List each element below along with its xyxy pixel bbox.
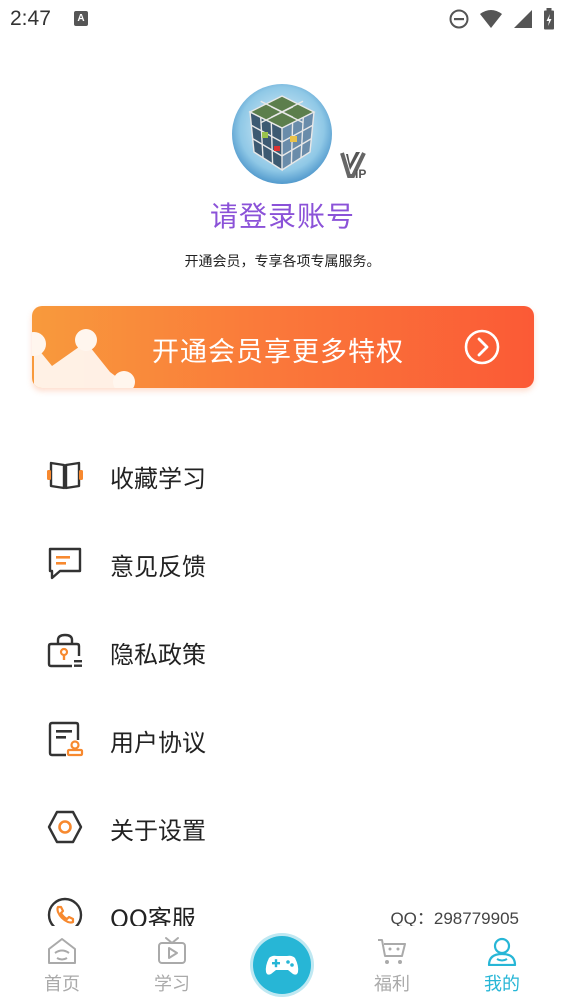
profile-subtitle: 开通会员，专享各项专属服务。 (184, 254, 381, 270)
vip-upgrade-banner[interactable]: 开通会员享更多特权 (32, 306, 534, 388)
nav-mine[interactable]: 我的 (462, 926, 542, 1004)
settings-hexagon-icon (47, 810, 83, 844)
status-bar: 2:47 A (0, 0, 565, 38)
status-icons (449, 8, 555, 30)
nav-label: 我的 (484, 974, 520, 995)
menu-label: 意见反馈 (110, 553, 206, 581)
vip-banner-label: 开通会员享更多特权 (152, 337, 404, 368)
battery-icon (544, 8, 554, 30)
nav-study[interactable]: 学习 (132, 926, 212, 1004)
menu-label: 收藏学习 (110, 465, 206, 493)
book-icon (47, 461, 83, 490)
nav-label: 首页 (44, 974, 80, 995)
nav-label: 福利 (374, 974, 410, 995)
tv-icon (158, 937, 186, 964)
menu-item-feedback[interactable]: 意见反馈 (0, 532, 565, 592)
avatar[interactable] (232, 84, 332, 184)
chevron-right-circle-icon (464, 329, 500, 365)
game-center-button[interactable] (253, 936, 311, 994)
home-icon (48, 938, 76, 964)
feedback-icon (48, 547, 82, 580)
nav-welfare[interactable]: 福利 (352, 926, 432, 1004)
menu-label: 关于设置 (110, 817, 206, 845)
signal-icon (514, 10, 532, 28)
notification-icon: A (74, 11, 88, 26)
agreement-icon (48, 721, 84, 757)
wifi-icon (480, 10, 502, 28)
nav-label: 学习 (154, 974, 190, 995)
cart-icon (378, 939, 406, 964)
menu-item-favorites[interactable]: 收藏学习 (0, 444, 565, 504)
svg-text:IP: IP (355, 167, 366, 180)
menu-item-privacy[interactable]: 隐私政策 (0, 620, 565, 680)
menu-item-agreement[interactable]: 用户协议 (0, 708, 565, 768)
nav-home[interactable]: 首页 (22, 926, 102, 1004)
status-time: 2:47 (10, 7, 51, 30)
gamepad-icon (265, 955, 299, 975)
privacy-lock-icon (47, 633, 82, 668)
login-prompt[interactable]: 请登录账号 (0, 195, 565, 235)
do-not-disturb-icon (449, 9, 469, 29)
crown-icon (32, 329, 135, 388)
menu-label: 用户协议 (110, 729, 206, 757)
menu-item-settings[interactable]: 关于设置 (0, 796, 565, 856)
menu-label: 隐私政策 (110, 641, 206, 669)
vip-badge-icon: IP (339, 152, 366, 180)
user-icon (487, 937, 517, 966)
